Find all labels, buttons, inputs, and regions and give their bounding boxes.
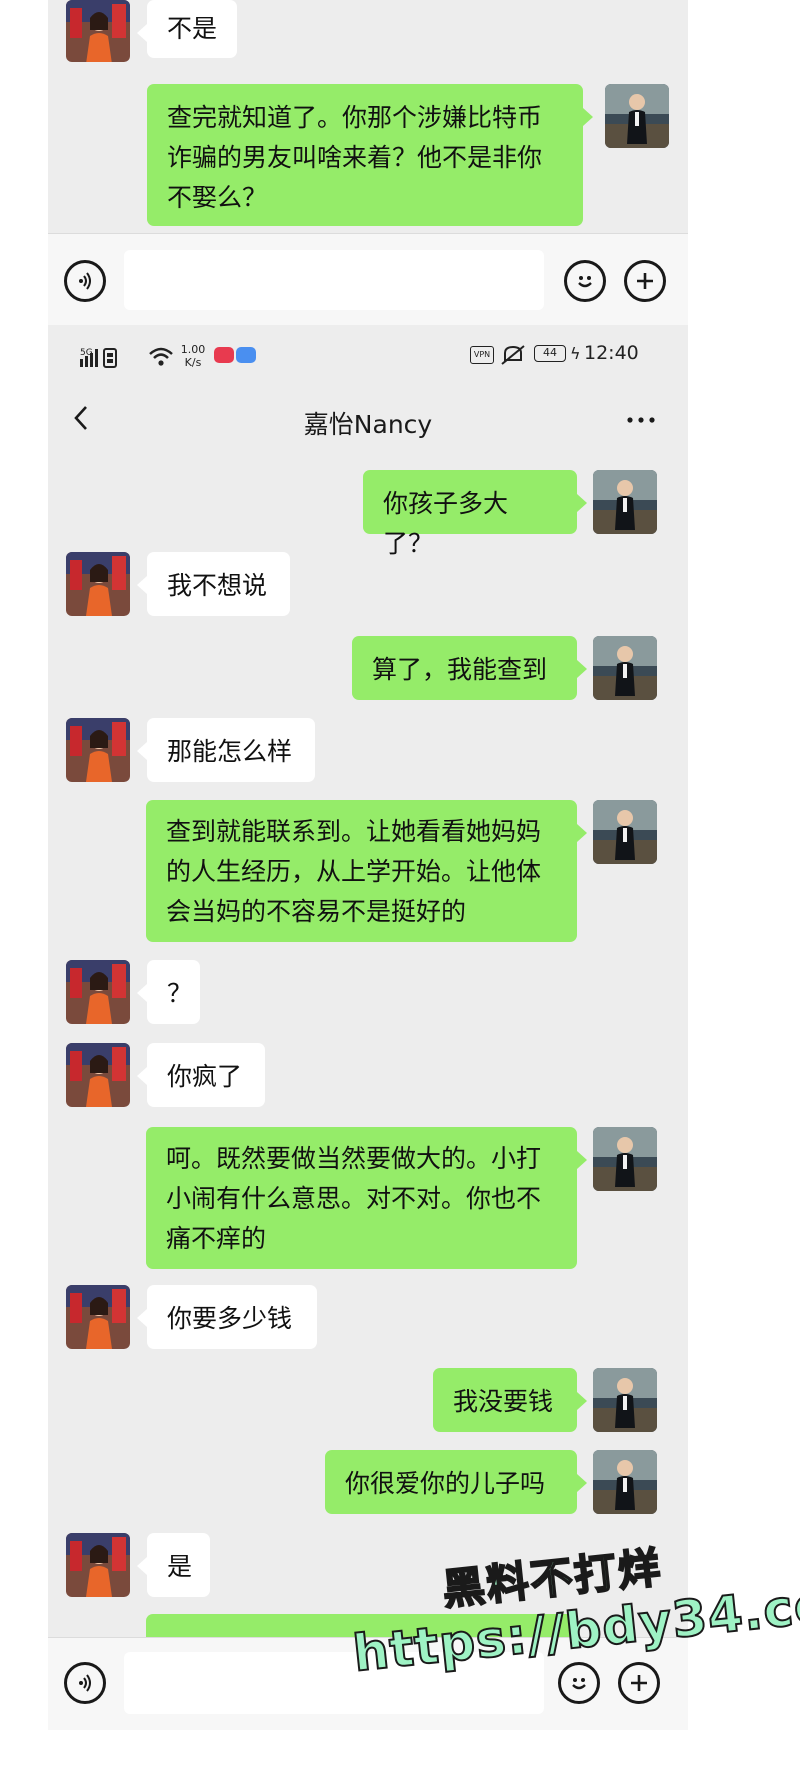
message-bubble-outgoing: 我没要钱	[433, 1368, 587, 1432]
chat-title: 嘉怡Nancy	[303, 410, 433, 439]
message-bubble-incoming: 你要多少钱	[137, 1285, 317, 1349]
message-bubble-outgoing: 你很爱你的儿子吗	[325, 1450, 587, 1514]
message-bubble-incoming: 我不想说	[137, 552, 290, 616]
message-bubble-outgoing: 算了，我能查到	[352, 636, 587, 700]
my-avatar[interactable]	[605, 84, 669, 148]
message-bubble-outgoing: 呵。既然要做当然要做大的。小打 小闹有什么意思。对不对。你也不 痛不痒的	[146, 1127, 587, 1269]
net-speed-unit: K/s	[184, 356, 202, 369]
my-avatar[interactable]	[593, 636, 657, 700]
message-bubble-incoming: 那能怎么样	[137, 718, 315, 782]
voice-input-icon[interactable]	[64, 260, 106, 302]
message-bubble-outgoing: 查完就知道了。你那个涉嫌比特币 诈骗的男友叫啥来着？他不是非你 不娶么？	[147, 84, 593, 226]
contact-avatar[interactable]	[66, 718, 130, 782]
emoji-icon[interactable]	[564, 260, 606, 302]
chat-header: 嘉怡Nancy	[48, 387, 688, 459]
message-bubble-outgoing: 你孩子多大了？	[363, 470, 587, 558]
message-bubble-incoming: 你疯了	[137, 1043, 265, 1107]
contact-avatar[interactable]	[66, 1533, 130, 1597]
vpn-badge: VPN	[470, 346, 494, 364]
app-notification-icon	[214, 345, 258, 369]
my-avatar[interactable]	[593, 1450, 657, 1514]
battery-icon: 44	[534, 345, 566, 362]
more-options-button[interactable]	[616, 399, 666, 439]
net-speed: 1.00 K/s	[178, 343, 208, 369]
contact-avatar[interactable]	[66, 552, 130, 616]
contact-avatar[interactable]	[66, 0, 130, 62]
mute-icon	[500, 344, 526, 370]
signal-icon: 5G	[80, 345, 142, 369]
my-avatar[interactable]	[593, 800, 657, 864]
contact-avatar[interactable]	[66, 1285, 130, 1349]
message-input[interactable]	[124, 250, 544, 310]
message-bubble-incoming: ？	[137, 960, 200, 1024]
wifi-icon	[148, 347, 174, 371]
contact-avatar[interactable]	[66, 960, 130, 1024]
my-avatar[interactable]	[593, 470, 657, 534]
net-speed-value: 1.00	[180, 343, 206, 356]
chat-input-bar	[48, 233, 688, 326]
plus-icon[interactable]	[618, 1662, 660, 1704]
battery-level: 44	[543, 346, 557, 359]
my-avatar[interactable]	[593, 1368, 657, 1432]
voice-input-icon[interactable]	[64, 1662, 106, 1704]
message-bubble-incoming: 不是	[136, 0, 238, 58]
plus-icon[interactable]	[624, 260, 666, 302]
contact-avatar[interactable]	[66, 1043, 130, 1107]
message-bubble-incoming: 是	[137, 1533, 210, 1597]
charging-icon: ϟ	[570, 344, 581, 363]
status-bar: 5G 5G 1.00 K/s VPN 44 ϟ 12:40	[48, 325, 688, 387]
message-bubble-outgoing: 查到就能联系到。让她看看她妈妈 的人生经历，从上学开始。让他体 会当妈的不容易不…	[146, 800, 587, 942]
emoji-icon[interactable]	[558, 1662, 600, 1704]
my-avatar[interactable]	[593, 1127, 657, 1191]
clock: 12:40	[584, 342, 639, 364]
